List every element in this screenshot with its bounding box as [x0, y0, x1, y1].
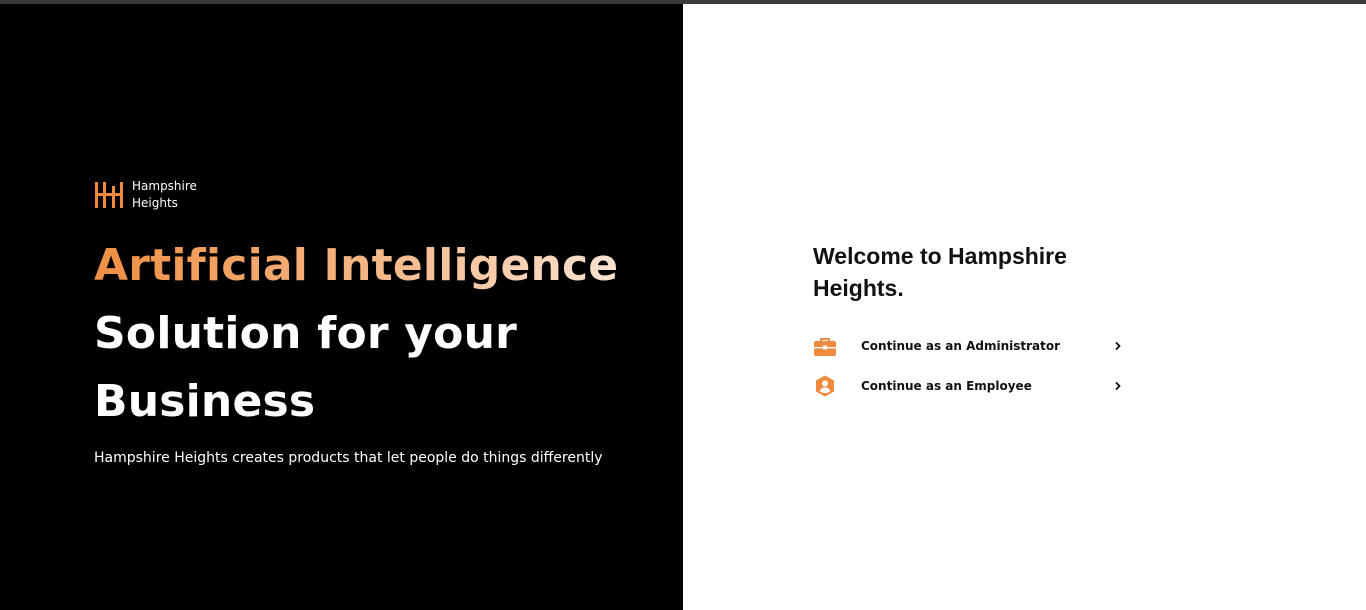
- headline-line-3: Business: [94, 376, 316, 427]
- chevron-right-icon: [1115, 381, 1121, 391]
- headline-line-2: Solution for your: [94, 308, 518, 359]
- brand-name-line1: Hampshire: [132, 179, 197, 193]
- briefcase-icon: [814, 338, 836, 356]
- chevron-right-icon: [1115, 341, 1121, 351]
- continue-as-administrator-button[interactable]: Continue as an Administrator: [813, 326, 1123, 366]
- hero-headline: Artificial Intelligence Solution for you…: [94, 232, 618, 436]
- hero-tagline: Hampshire Heights creates products that …: [94, 450, 603, 466]
- user-shield-icon: [816, 375, 834, 397]
- login-panel: Welcome to Hampshire Heights. Continue a…: [683, 4, 1366, 610]
- welcome-heading: Welcome to Hampshire Heights.: [813, 243, 1067, 301]
- brand-name-line2: Heights: [132, 196, 178, 210]
- hero-panel: Hampshire Heights Artificial Intelligenc…: [0, 4, 683, 610]
- headline-accent: Artificial Intelligence: [94, 232, 618, 300]
- continue-as-employee-button[interactable]: Continue as an Employee: [813, 366, 1123, 406]
- employee-option-label: Continue as an Employee: [861, 379, 1032, 393]
- login-options: Continue as an Administrator Continue as…: [813, 326, 1123, 406]
- administrator-option-label: Continue as an Administrator: [861, 339, 1061, 353]
- brand-name: Hampshire Heights: [132, 178, 197, 212]
- hampshire-heights-logo-icon: [95, 182, 123, 208]
- brand-logo[interactable]: Hampshire Heights: [94, 178, 197, 212]
